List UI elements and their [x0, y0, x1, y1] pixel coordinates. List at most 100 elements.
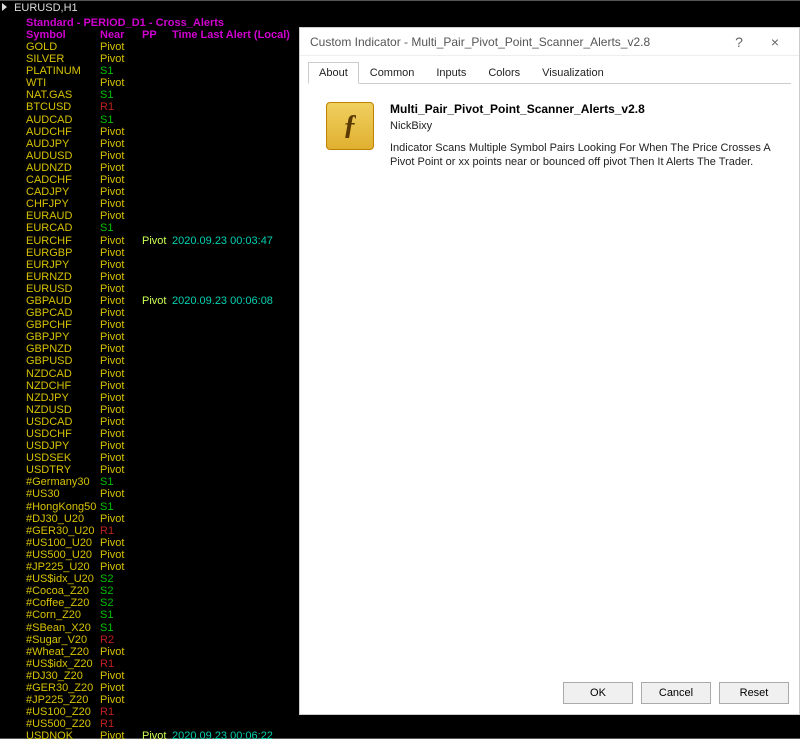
cell-near: Pivot: [100, 343, 142, 355]
cell-symbol: CADCHF: [26, 174, 100, 186]
cell-near: Pivot: [100, 126, 142, 138]
table-row: USDNOKPivotPivot2020.09.23 00:06:22: [26, 730, 800, 739]
cell-near: Pivot: [100, 380, 142, 392]
about-text: Multi_Pair_Pivot_Point_Scanner_Alerts_v2…: [390, 102, 783, 170]
cell-near: Pivot: [100, 319, 142, 331]
cell-symbol: #Sugar_V20: [26, 634, 100, 646]
cell-pp: [142, 392, 172, 404]
cell-symbol: #GER30_U20: [26, 525, 100, 537]
cell-symbol: GBPCHF: [26, 319, 100, 331]
expand-icon[interactable]: [2, 3, 7, 11]
cell-near: Pivot: [100, 549, 142, 561]
cell-pp: [142, 186, 172, 198]
chart-title-bar: EURUSD,H1: [0, 1, 800, 16]
cell-pp: [142, 706, 172, 718]
cell-near: S1: [100, 89, 142, 101]
cell-pp: [142, 452, 172, 464]
col-symbol: Symbol: [26, 29, 100, 41]
cell-pp: [142, 89, 172, 101]
tab-inputs[interactable]: Inputs: [425, 62, 477, 84]
cell-symbol: #SBean_X20: [26, 622, 100, 634]
cell-symbol: #Cocoa_Z20: [26, 585, 100, 597]
cell-near: R1: [100, 101, 142, 113]
cell-pp: [142, 416, 172, 428]
dialog-body: About Common Inputs Colors Visualization…: [300, 56, 799, 176]
dialog-title: Custom Indicator - Multi_Pair_Pivot_Poin…: [310, 35, 721, 49]
col-time: Time Last Alert (Local): [172, 29, 290, 41]
cell-symbol: USDJPY: [26, 440, 100, 452]
cell-symbol: AUDJPY: [26, 138, 100, 150]
cancel-button[interactable]: Cancel: [641, 682, 711, 704]
cell-near: Pivot: [100, 537, 142, 549]
cell-near: S1: [100, 65, 142, 77]
cell-near: S1: [100, 476, 142, 488]
tab-common[interactable]: Common: [359, 62, 426, 84]
cell-symbol: #JP225_Z20: [26, 694, 100, 706]
cell-symbol: #US100_U20: [26, 537, 100, 549]
cell-symbol: AUDUSD: [26, 150, 100, 162]
cell-symbol: GBPNZD: [26, 343, 100, 355]
cell-pp: [142, 41, 172, 53]
table-row: #US500_Z20R1: [26, 718, 800, 730]
close-button[interactable]: ×: [757, 31, 793, 53]
cell-near: Pivot: [100, 730, 142, 739]
cell-symbol: PLATINUM: [26, 65, 100, 77]
cell-pp: [142, 488, 172, 500]
cell-near: Pivot: [100, 561, 142, 573]
cell-near: Pivot: [100, 307, 142, 319]
help-button[interactable]: ?: [721, 31, 757, 53]
cell-symbol: #US500_U20: [26, 549, 100, 561]
cell-symbol: EURNZD: [26, 271, 100, 283]
cell-pp: [142, 513, 172, 525]
cell-symbol: #GER30_Z20: [26, 682, 100, 694]
cell-near: Pivot: [100, 150, 142, 162]
cell-pp: [142, 718, 172, 730]
cell-time: 2020.09.23 00:03:47: [172, 235, 273, 247]
cell-near: R1: [100, 718, 142, 730]
dialog-buttons: OK Cancel Reset: [563, 682, 789, 704]
cell-near: S1: [100, 609, 142, 621]
cell-pp: [142, 634, 172, 646]
cell-near: Pivot: [100, 271, 142, 283]
cell-near: Pivot: [100, 488, 142, 500]
cell-pp: Pivot: [142, 730, 172, 739]
cell-near: Pivot: [100, 235, 142, 247]
cell-pp: [142, 428, 172, 440]
cell-near: Pivot: [100, 283, 142, 295]
tab-about[interactable]: About: [308, 62, 359, 84]
cell-symbol: AUDCHF: [26, 126, 100, 138]
cell-symbol: WTI: [26, 77, 100, 89]
cell-pp: [142, 464, 172, 476]
indicator-icon: ƒ: [326, 102, 374, 150]
cell-symbol: BTCUSD: [26, 101, 100, 113]
cell-pp: [142, 53, 172, 65]
cell-pp: [142, 355, 172, 367]
cell-pp: [142, 126, 172, 138]
cell-pp: [142, 440, 172, 452]
cell-near: Pivot: [100, 416, 142, 428]
cell-symbol: #DJ30_U20: [26, 513, 100, 525]
cell-pp: [142, 658, 172, 670]
cell-pp: [142, 222, 172, 234]
tab-colors[interactable]: Colors: [477, 62, 531, 84]
cell-pp: [142, 585, 172, 597]
cell-pp: [142, 380, 172, 392]
cell-pp: [142, 174, 172, 186]
dialog-title-bar[interactable]: Custom Indicator - Multi_Pair_Pivot_Poin…: [300, 28, 799, 56]
cell-near: Pivot: [100, 162, 142, 174]
cell-near: Pivot: [100, 186, 142, 198]
cell-symbol: GBPJPY: [26, 331, 100, 343]
cell-near: Pivot: [100, 259, 142, 271]
cell-near: Pivot: [100, 452, 142, 464]
col-pp: PP: [142, 29, 172, 41]
ok-button[interactable]: OK: [563, 682, 633, 704]
cell-near: Pivot: [100, 198, 142, 210]
cell-pp: [142, 549, 172, 561]
cell-symbol: AUDCAD: [26, 114, 100, 126]
cell-symbol: EURJPY: [26, 259, 100, 271]
reset-button[interactable]: Reset: [719, 682, 789, 704]
cell-symbol: #JP225_U20: [26, 561, 100, 573]
cell-pp: Pivot: [142, 235, 172, 247]
tab-visualization[interactable]: Visualization: [531, 62, 615, 84]
cell-symbol: #DJ30_Z20: [26, 670, 100, 682]
